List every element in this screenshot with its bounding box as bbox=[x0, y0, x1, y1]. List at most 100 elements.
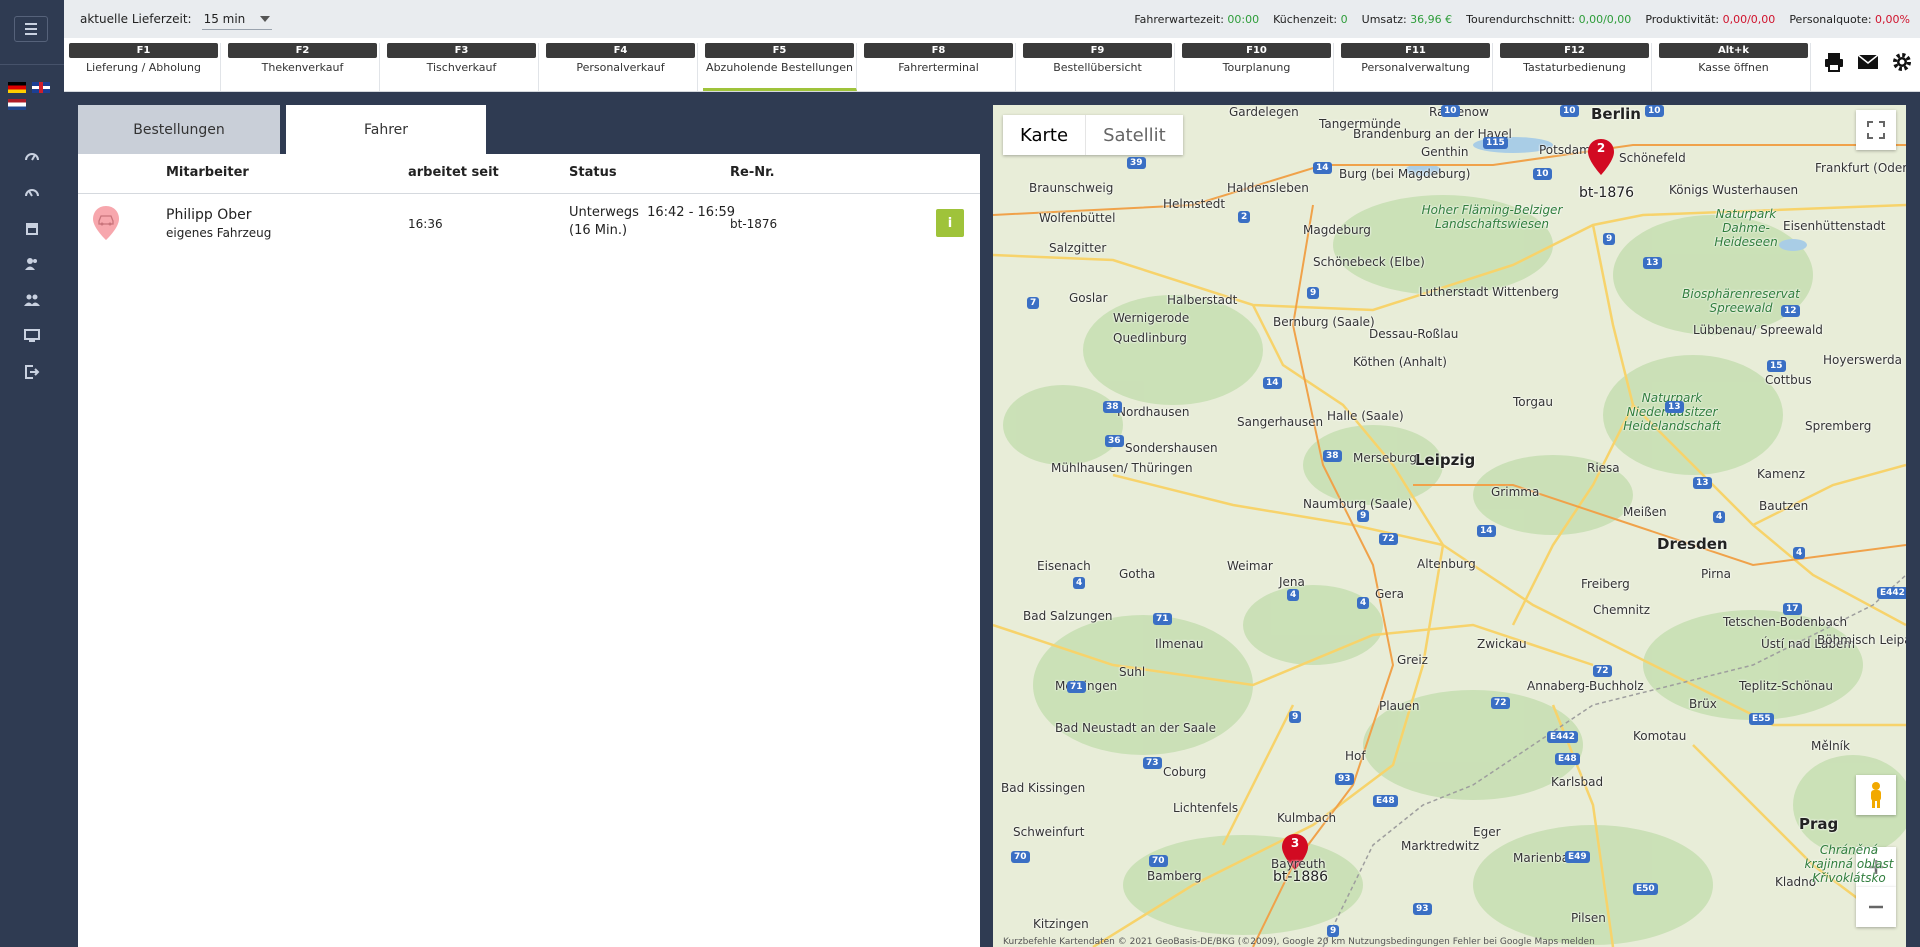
city-label: Burg (bei Magdeburg) bbox=[1339, 167, 1471, 181]
gear-icon[interactable] bbox=[1890, 50, 1914, 74]
road-shield: 9 bbox=[1357, 510, 1370, 522]
tab-tischverkauf[interactable]: F3 Tischverkauf bbox=[385, 43, 539, 91]
tab-tourplanung[interactable]: F10 Tourplanung bbox=[1180, 43, 1334, 91]
city-label: Eger bbox=[1473, 825, 1501, 839]
city-label: Mühlhausen/ Thüringen bbox=[1051, 461, 1193, 475]
tab-thekenverkauf[interactable]: F2 Thekenverkauf bbox=[226, 43, 380, 91]
road-shield: 72 bbox=[1379, 533, 1398, 545]
map-type-control: Karte Satellit bbox=[1003, 115, 1183, 155]
road-shield: 73 bbox=[1143, 757, 1162, 769]
city-label: Meiningen bbox=[1055, 679, 1118, 693]
function-tab-bar: F1 Lieferung / Abholung F2 Thekenverkauf F… bbox=[64, 38, 1920, 92]
tab-personalverkauf[interactable]: F4 Personalverkauf bbox=[544, 43, 698, 91]
hamburger-menu-icon[interactable] bbox=[14, 16, 48, 42]
city-label: Kulmbach bbox=[1277, 811, 1337, 825]
city-label: Kitzingen bbox=[1033, 917, 1089, 931]
city-label: Spremberg bbox=[1805, 419, 1872, 433]
marker-number: 3 bbox=[1290, 836, 1300, 850]
map-marker[interactable]: 2 bbox=[1587, 138, 1615, 176]
road-shield: E50 bbox=[1633, 883, 1658, 895]
stat-revenue: Umsatz: 36,96 € bbox=[1361, 12, 1453, 26]
stat-driver-wait: Fahrerwartezeit: 00:00 bbox=[1134, 12, 1260, 26]
city-label: Halberstadt bbox=[1167, 293, 1238, 307]
city-label: Eisenach bbox=[1037, 559, 1091, 573]
tab-lieferung[interactable]: F1 Lieferung / Abholung bbox=[67, 43, 221, 91]
road-shield: 71 bbox=[1153, 613, 1172, 625]
city-label: Karlsbad bbox=[1551, 775, 1604, 789]
city-label: Tangermünde bbox=[1319, 117, 1401, 131]
monitor-icon[interactable] bbox=[0, 318, 64, 354]
city-label: Schönebeck (Elbe) bbox=[1313, 255, 1425, 269]
road-shield: 9 bbox=[1603, 233, 1616, 245]
city-label: Grimma bbox=[1491, 485, 1540, 499]
tab-abzuholende-bestellungen[interactable]: F5 Abzuholende Bestellungen bbox=[703, 43, 857, 91]
pegman-icon[interactable] bbox=[1856, 775, 1896, 815]
city-label: Komotau bbox=[1633, 729, 1687, 743]
tab-bestellungen[interactable]: Bestellungen bbox=[78, 105, 280, 155]
city-label: Gera bbox=[1375, 587, 1404, 601]
driver-since: 16:36 bbox=[408, 217, 443, 231]
box-icon[interactable] bbox=[0, 210, 64, 246]
mail-icon[interactable] bbox=[1856, 50, 1880, 74]
city-label: Hoyerswerda bbox=[1823, 353, 1902, 367]
city-label: Haldensleben bbox=[1227, 181, 1309, 195]
city-label: Hof bbox=[1345, 749, 1366, 763]
road-shield: E48 bbox=[1555, 753, 1580, 765]
users-icon[interactable] bbox=[0, 246, 64, 282]
tab-tastaturbedienung[interactable]: F12 Tastaturbedienung bbox=[1498, 43, 1652, 91]
delivery-time-label: aktuelle Lieferzeit: bbox=[80, 12, 192, 26]
city-label: Salzgitter bbox=[1049, 241, 1107, 255]
city-label: Bernburg (Saale) bbox=[1273, 315, 1375, 329]
stat-productivity: Produktivität: 0,00/0,00 bbox=[1645, 12, 1776, 26]
sidebar-nav bbox=[0, 138, 64, 390]
road-shield: 93 bbox=[1413, 903, 1432, 915]
speedometer-icon[interactable] bbox=[0, 174, 64, 210]
tab-kasse-oeffnen[interactable]: Alt+k Kasse öffnen bbox=[1657, 43, 1811, 91]
left-sidebar bbox=[0, 0, 64, 947]
city-label: Dresden bbox=[1657, 535, 1728, 553]
table-header: Mitarbeiter arbeitet seit Status Re-Nr. bbox=[78, 154, 980, 194]
road-shield: 7 bbox=[1027, 297, 1040, 309]
road-shield: 13 bbox=[1693, 477, 1712, 489]
tab-personalverwaltung[interactable]: F11 Personalverwaltung bbox=[1339, 43, 1493, 91]
delivery-time-select[interactable]: 15 min bbox=[201, 8, 272, 30]
marker-number: 2 bbox=[1596, 141, 1606, 155]
driver-panel: Mitarbeiter arbeitet seit Status Re-Nr. … bbox=[78, 154, 980, 947]
fullscreen-icon[interactable] bbox=[1856, 110, 1896, 150]
city-label: Schönefeld bbox=[1619, 151, 1686, 165]
german-flag-icon[interactable] bbox=[8, 82, 26, 93]
road-shield: 70 bbox=[1011, 851, 1030, 863]
print-icon[interactable] bbox=[1822, 50, 1846, 74]
road-shield: 13 bbox=[1665, 401, 1684, 413]
tab-fahrerterminal[interactable]: F8 Fahrerterminal bbox=[862, 43, 1016, 91]
info-button[interactable]: i bbox=[936, 209, 964, 237]
city-label: Lutherstadt Wittenberg bbox=[1419, 285, 1559, 299]
table-row[interactable]: Philipp Ober eigenes Fahrzeug 16:36 Unte… bbox=[78, 195, 980, 255]
chevron-down-icon bbox=[259, 15, 270, 22]
road-shield: E48 bbox=[1373, 795, 1398, 807]
dutch-flag-icon[interactable] bbox=[8, 99, 26, 110]
city-label: Suhl bbox=[1119, 665, 1146, 679]
city-label: Quedlinburg bbox=[1113, 331, 1187, 345]
english-flag-icon[interactable] bbox=[32, 82, 50, 93]
road-shield: 72 bbox=[1491, 697, 1510, 709]
city-label: Berlin bbox=[1591, 105, 1641, 123]
park-label: Hoher Fläming-Belziger Landschaftswiesen bbox=[1421, 203, 1563, 231]
city-label: Coburg bbox=[1163, 765, 1207, 779]
group-icon[interactable] bbox=[0, 282, 64, 318]
city-label: Jena bbox=[1279, 575, 1305, 589]
road-shield: 36 bbox=[1105, 435, 1124, 447]
tab-fahrer[interactable]: Fahrer bbox=[286, 105, 486, 155]
tab-bestelluebersicht[interactable]: F9 Bestellübersicht bbox=[1021, 43, 1175, 91]
zoom-out-icon[interactable] bbox=[1856, 887, 1896, 927]
driver-vehicle: eigenes Fahrzeug bbox=[166, 226, 272, 240]
city-label: Köthen (Anhalt) bbox=[1353, 355, 1447, 369]
map-view[interactable]: Karte Satellit Berlin Leipzig Dresden Pr… bbox=[993, 105, 1906, 947]
dashboard-icon[interactable] bbox=[0, 138, 64, 174]
logout-icon[interactable] bbox=[0, 354, 64, 390]
map-type-satellit[interactable]: Satellit bbox=[1085, 115, 1183, 155]
city-label: Freiberg bbox=[1581, 577, 1630, 591]
road-shield: 93 bbox=[1335, 773, 1354, 785]
map-type-karte[interactable]: Karte bbox=[1003, 115, 1085, 155]
road-shield: 10 bbox=[1441, 105, 1460, 117]
